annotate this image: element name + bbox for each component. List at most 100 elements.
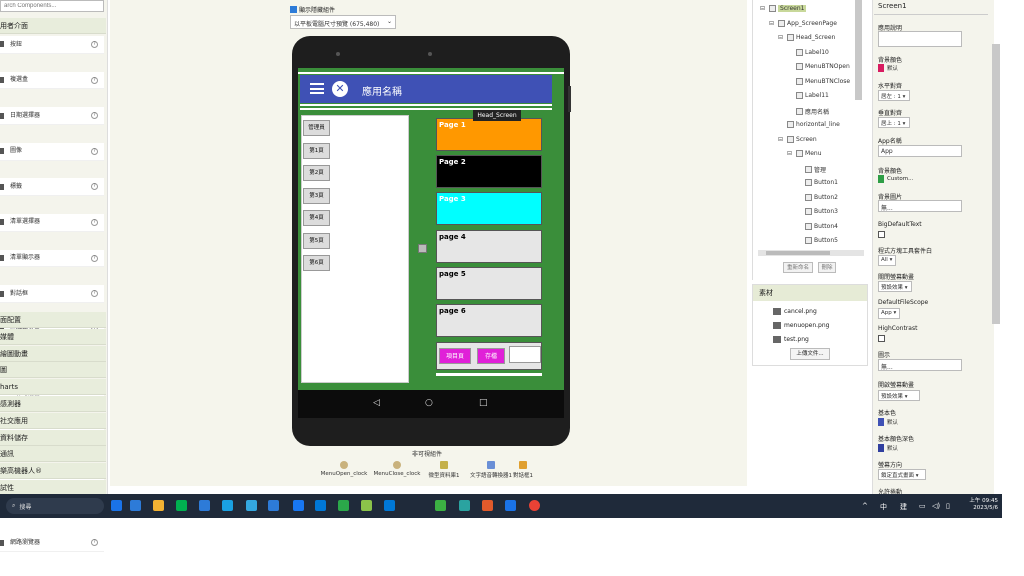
tree-node[interactable]: ⊟Label11 <box>787 92 829 99</box>
help-icon[interactable]: ? <box>91 218 98 226</box>
palette-item[interactable]: 對話框? <box>0 285 104 303</box>
menu-button[interactable]: 第2頁 <box>303 165 330 181</box>
page-button[interactable]: page 5 <box>436 266 542 300</box>
menu-button[interactable]: 第6頁 <box>303 255 330 271</box>
back-icon[interactable]: ◁ <box>373 398 380 408</box>
file-scope-select[interactable]: App ▾ <box>878 308 900 319</box>
help-icon[interactable]: ? <box>91 254 98 262</box>
app-icon[interactable] <box>505 500 516 511</box>
app-icon[interactable] <box>435 500 446 511</box>
line-icon[interactable] <box>176 500 187 511</box>
palette-item[interactable]: 清單選擇器? <box>0 213 104 232</box>
app-icon[interactable] <box>111 500 122 511</box>
taskbar-clock[interactable]: 上午 09:45 2023/5/6 <box>968 498 998 512</box>
vscode-icon[interactable] <box>315 500 326 511</box>
upload-file-button[interactable]: 上傳文件... <box>790 348 830 360</box>
media-file[interactable]: menuopen.png <box>773 322 829 329</box>
palette-section-user-interface[interactable]: 用者介面 <box>0 18 106 34</box>
high-contrast-checkbox[interactable] <box>878 335 885 342</box>
tree-node[interactable]: ⊟ Screen1 <box>760 5 807 12</box>
text-box[interactable] <box>509 346 541 363</box>
palette-category[interactable]: 社交應用 <box>0 412 106 429</box>
palette-category[interactable]: 面配置 <box>0 312 106 328</box>
nonvisible-component[interactable]: 對話框1 <box>505 461 541 479</box>
app-name-input[interactable]: App <box>878 145 962 157</box>
page-button[interactable]: Page 2 <box>436 155 542 189</box>
collapse-toggle-icon[interactable]: ⊟ <box>778 34 783 41</box>
hamburger-menu-icon[interactable] <box>310 83 324 94</box>
tree-node[interactable]: ⊟Button3 <box>796 208 838 215</box>
facebook-icon[interactable] <box>293 500 304 511</box>
device-size-select[interactable]: 以平板電腦尺寸預覽 (675,480) ⌄ <box>290 15 396 29</box>
tree-node[interactable]: ⊟應用名稱 <box>787 107 829 116</box>
volume-icon[interactable]: ◁) <box>932 502 940 510</box>
palette-category[interactable]: 圖 <box>0 362 106 379</box>
palette-category[interactable]: 樂高機器人® <box>0 463 106 480</box>
ime-indicator[interactable]: 中 <box>880 502 887 512</box>
palette-category[interactable]: 感測器 <box>0 396 106 412</box>
tree-node[interactable]: ⊟MenuBTNClose <box>787 77 850 85</box>
app-icon[interactable] <box>482 500 493 511</box>
menu-button[interactable]: 第3頁 <box>303 187 330 204</box>
home-icon[interactable]: ○ <box>425 398 433 408</box>
tree-node[interactable]: ⊟Button2 <box>796 193 838 201</box>
taskbar-search[interactable]: ⌕ 搜尋 <box>6 498 104 514</box>
bg-image-input[interactable]: 無... <box>878 200 962 212</box>
palette-item[interactable]: 清單顯示器? <box>0 249 104 268</box>
page-button[interactable]: page 6 <box>436 304 542 337</box>
properties-scrollbar[interactable] <box>992 44 1000 324</box>
nonvisible-component[interactable]: 微型資料庫1 <box>425 461 463 479</box>
palette-item[interactable]: 網路瀏覽器? <box>0 534 104 553</box>
menu-button[interactable]: 第5頁 <box>303 232 330 249</box>
palette-item[interactable]: 複選盒? <box>0 71 104 90</box>
big-default-text-checkbox[interactable] <box>878 231 885 238</box>
items-page-button[interactable]: 項目頁 <box>439 348 471 364</box>
about-textarea[interactable] <box>878 31 962 47</box>
help-icon[interactable]: ? <box>91 290 98 298</box>
tree-node[interactable]: ⊟ Head_Screen <box>778 34 835 41</box>
orientation-select[interactable]: 鎖定直式畫面 ▾ <box>878 469 926 480</box>
palette-item[interactable]: 日期選擇器? <box>0 107 104 125</box>
media-file[interactable]: test.png <box>773 336 809 343</box>
tree-node[interactable]: ⊟horizontal_line <box>778 121 840 128</box>
palette-category[interactable]: 繪圖動畫 <box>0 345 106 362</box>
teams-icon[interactable] <box>268 500 279 511</box>
app-icon[interactable] <box>361 500 372 511</box>
tree-node[interactable]: ⊟Button4 <box>796 222 838 230</box>
bg-color-picker[interactable]: 默认 <box>878 64 898 72</box>
palette-item[interactable]: 按鈕? <box>0 36 104 54</box>
collapse-toggle-icon[interactable]: ⊟ <box>760 5 765 12</box>
chrome-icon[interactable] <box>529 500 540 511</box>
delete-button[interactable]: 刪除 <box>818 262 836 273</box>
camera-app-icon[interactable] <box>130 500 141 511</box>
app-icon[interactable] <box>338 500 349 511</box>
tray-chevron-icon[interactable]: ^ <box>862 502 868 510</box>
nonvisible-component[interactable]: MenuOpen_clock <box>318 461 370 477</box>
close-icon[interactable]: ✕ <box>332 81 348 97</box>
menu-button[interactable]: 第1頁 <box>303 142 330 159</box>
help-icon[interactable]: ? <box>91 183 98 191</box>
primary-dark-picker[interactable]: 默认 <box>878 444 898 452</box>
palette-category[interactable]: 媒體 <box>0 328 106 345</box>
tree-node[interactable]: ⊟ App_ScreenPage <box>769 19 837 27</box>
tree-scrollbar[interactable] <box>855 0 862 100</box>
close-anim-select[interactable]: 預設效果 ▾ <box>878 281 912 292</box>
tree-node[interactable]: ⊟ Menu <box>787 150 822 157</box>
menu-button[interactable]: 第4頁 <box>303 210 330 226</box>
palette-item[interactable]: 標籤? <box>0 178 104 197</box>
page-button[interactable]: Page 3 <box>436 192 542 226</box>
tree-node[interactable]: ⊟Button1 <box>796 179 838 186</box>
tree-node[interactable]: ⊟Label10 <box>787 48 829 56</box>
palette-category[interactable]: harts <box>0 379 106 396</box>
component-search-input[interactable] <box>0 0 104 12</box>
tree-node[interactable]: ⊟MenuBTNOpen <box>787 63 850 70</box>
collapse-toggle-icon[interactable]: ⊟ <box>769 20 774 27</box>
tree-node[interactable]: ⊟管理 <box>796 165 826 174</box>
network-icon[interactable]: ▭ <box>919 502 926 510</box>
blocks-toolkit-select[interactable]: All ▾ <box>878 255 896 266</box>
open-anim-select[interactable]: 預設效果 ▾ <box>878 390 920 401</box>
edge-icon[interactable] <box>222 500 233 511</box>
save-button[interactable]: 存檔 <box>477 348 505 364</box>
palette-category[interactable]: 通訊 <box>0 446 106 463</box>
help-icon[interactable]: ? <box>91 112 98 120</box>
